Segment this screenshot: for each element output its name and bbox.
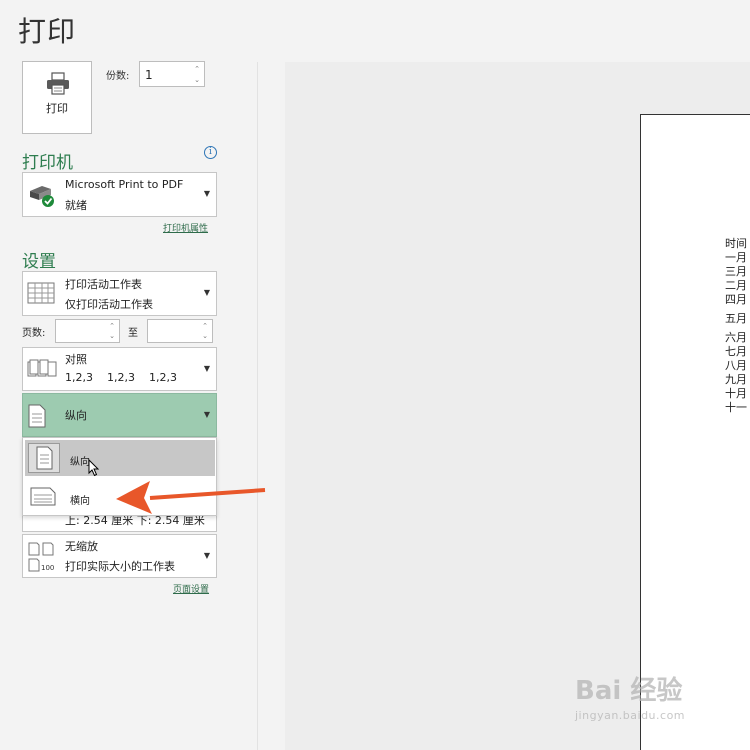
preview-text-line: 五月 [725,312,747,325]
watermark-sub-text: jingyan.baidu.com [575,709,686,722]
print-what-description: 仅打印活动工作表 [65,298,153,311]
chevron-down-icon: ▼ [203,551,210,560]
preview-page [640,114,750,750]
copies-value: 1 [145,68,153,82]
orientation-selected: 纵向 [65,409,87,422]
printer-section-title: 打印机 [22,153,73,173]
portrait-page-icon [28,443,60,473]
spin-up-icon[interactable]: ⌃ [202,322,208,330]
worksheet-icon [27,282,55,304]
preview-text-line: 十一 [725,401,747,414]
collate-title: 对照 [65,353,87,366]
pages-label: 页数: [22,328,46,339]
spin-up-icon[interactable]: ⌃ [194,65,200,73]
info-icon[interactable]: i [204,146,217,159]
copies-stepper[interactable]: 1 ⌃ ⌄ [139,61,205,87]
watermark-main-text: Bai 经验 [575,676,683,706]
print-button-label: 打印 [46,102,68,115]
page-title: 打印 [18,15,77,48]
no-scaling-icon: 100 [28,542,54,572]
collate-icon [27,359,57,377]
scaling-dropdown[interactable]: 100 无缩放 打印实际大小的工作表 ▼ [22,534,217,578]
pages-to-input[interactable]: ⌃ ⌄ [147,319,213,343]
print-what-dropdown[interactable]: 打印活动工作表 仅打印活动工作表 ▼ [22,271,217,316]
svg-text:100: 100 [41,564,54,572]
spin-up-icon[interactable]: ⌃ [109,322,115,330]
menu-item-portrait-label: 纵向 [70,457,90,468]
portrait-page-icon [28,404,46,428]
menu-item-portrait[interactable]: 纵向 [25,440,215,476]
printer-properties-link[interactable]: 打印机属性 [163,221,208,234]
mouse-cursor-icon [88,459,100,477]
collate-dropdown[interactable]: 对照 1,2,3 1,2,3 1,2,3 ▼ [22,347,217,391]
baidu-watermark: Bai 经验 jingyan.baidu.com [575,670,685,722]
margins-dropdown[interactable]: 上: 2.54 厘米 下: 2.54 厘米 [22,516,217,532]
panel-divider [257,62,258,750]
printer-icon [47,72,69,95]
printer-ready-icon [30,186,54,207]
annotation-arrow-icon [116,481,266,514]
spin-down-icon[interactable]: ⌄ [194,76,200,84]
to-label: 至 [128,328,138,339]
scaling-description: 打印实际大小的工作表 [65,560,175,573]
chevron-down-icon: ▼ [203,288,210,297]
chevron-down-icon: ▼ [203,410,210,419]
printer-name: Microsoft Print to PDF [65,178,184,191]
collate-description: 1,2,3 1,2,3 1,2,3 [65,371,177,384]
settings-section-title: 设置 [22,252,56,272]
page-setup-link[interactable]: 页面设置 [173,582,209,595]
preview-text-line: 四月 [725,293,747,306]
orientation-dropdown[interactable]: 纵向 ▼ [22,393,217,437]
menu-item-landscape-label: 横向 [70,496,90,507]
copies-label: 份数: [106,71,130,82]
landscape-page-icon [28,482,60,512]
chevron-down-icon: ▼ [203,189,210,198]
pages-from-input[interactable]: ⌃ ⌄ [55,319,120,343]
spin-down-icon[interactable]: ⌄ [109,332,115,340]
printer-dropdown[interactable]: Microsoft Print to PDF 就绪 ▼ [22,172,217,217]
print-what-title: 打印活动工作表 [65,278,142,291]
print-button[interactable]: 打印 [22,61,92,134]
spin-down-icon[interactable]: ⌄ [202,332,208,340]
printer-status: 就绪 [65,199,87,212]
chevron-down-icon: ▼ [203,364,210,373]
scaling-title: 无缩放 [65,540,98,553]
